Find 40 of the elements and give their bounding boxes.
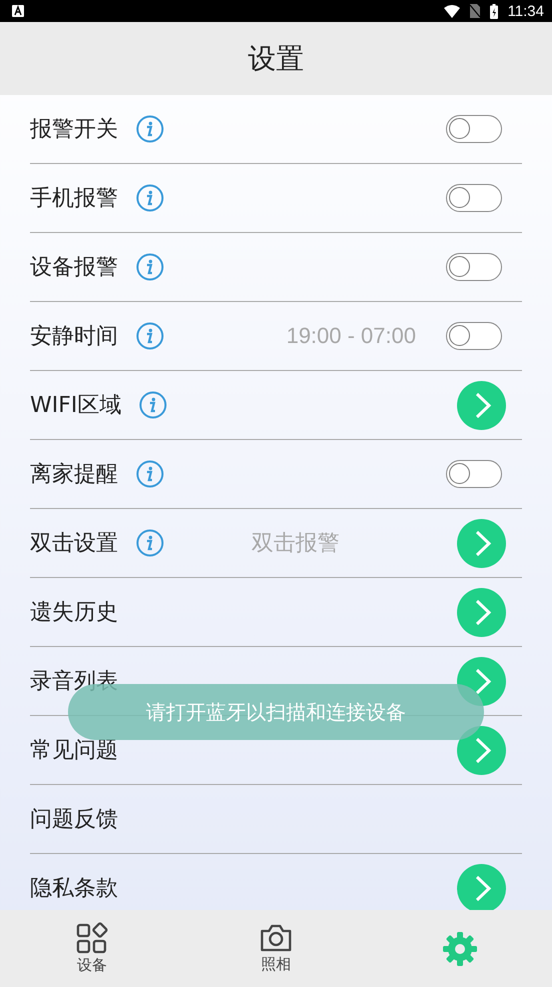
row-label: WIFI区域	[30, 392, 122, 420]
info-icon[interactable]	[136, 460, 164, 488]
row-label: 报警开关	[30, 116, 118, 144]
row-label: 离家提醒	[30, 461, 118, 489]
toggle-switch[interactable]	[446, 184, 502, 212]
info-icon[interactable]	[139, 391, 168, 419]
no-sim-icon	[470, 4, 480, 18]
row-value: 19:00 - 07:00	[286, 323, 416, 349]
row-value: 双击报警	[252, 529, 340, 557]
camera-icon	[259, 923, 293, 953]
row-label: 安静时间	[30, 323, 118, 351]
toggle-switch[interactable]	[446, 115, 502, 143]
toggle-switch[interactable]	[446, 322, 502, 350]
chevron-right-icon[interactable]	[457, 518, 506, 568]
wifi-icon	[444, 4, 460, 18]
toggle-switch[interactable]	[446, 253, 502, 281]
gear-icon	[442, 930, 478, 966]
row-label: 设备报警	[30, 254, 118, 282]
info-icon[interactable]	[136, 529, 164, 557]
info-icon[interactable]	[136, 253, 164, 281]
info-icon[interactable]	[136, 184, 164, 212]
chevron-right-icon[interactable]	[457, 864, 506, 910]
row-label: 双击设置	[30, 530, 118, 558]
battery-icon	[490, 4, 498, 18]
page-title: 设置	[248, 40, 304, 76]
nav-tab[interactable]: 设备	[0, 910, 184, 987]
row-label: 隐私条款	[30, 875, 118, 903]
info-icon[interactable]	[136, 322, 164, 350]
chevron-right-icon[interactable]	[457, 380, 506, 430]
row-label: 问题反馈	[30, 806, 118, 834]
nav-tab[interactable]: 照相	[184, 910, 368, 987]
grid-icon	[76, 922, 108, 954]
info-icon[interactable]	[136, 115, 164, 143]
toggle-switch[interactable]	[446, 460, 502, 488]
app-notification-icon	[12, 5, 24, 17]
chevron-right-icon[interactable]	[457, 588, 506, 636]
row-label: 常见问题	[30, 737, 118, 765]
row-label: 遗失历史	[30, 599, 118, 627]
row-label: 手机报警	[30, 185, 118, 213]
status-time: 11:34	[508, 2, 544, 20]
